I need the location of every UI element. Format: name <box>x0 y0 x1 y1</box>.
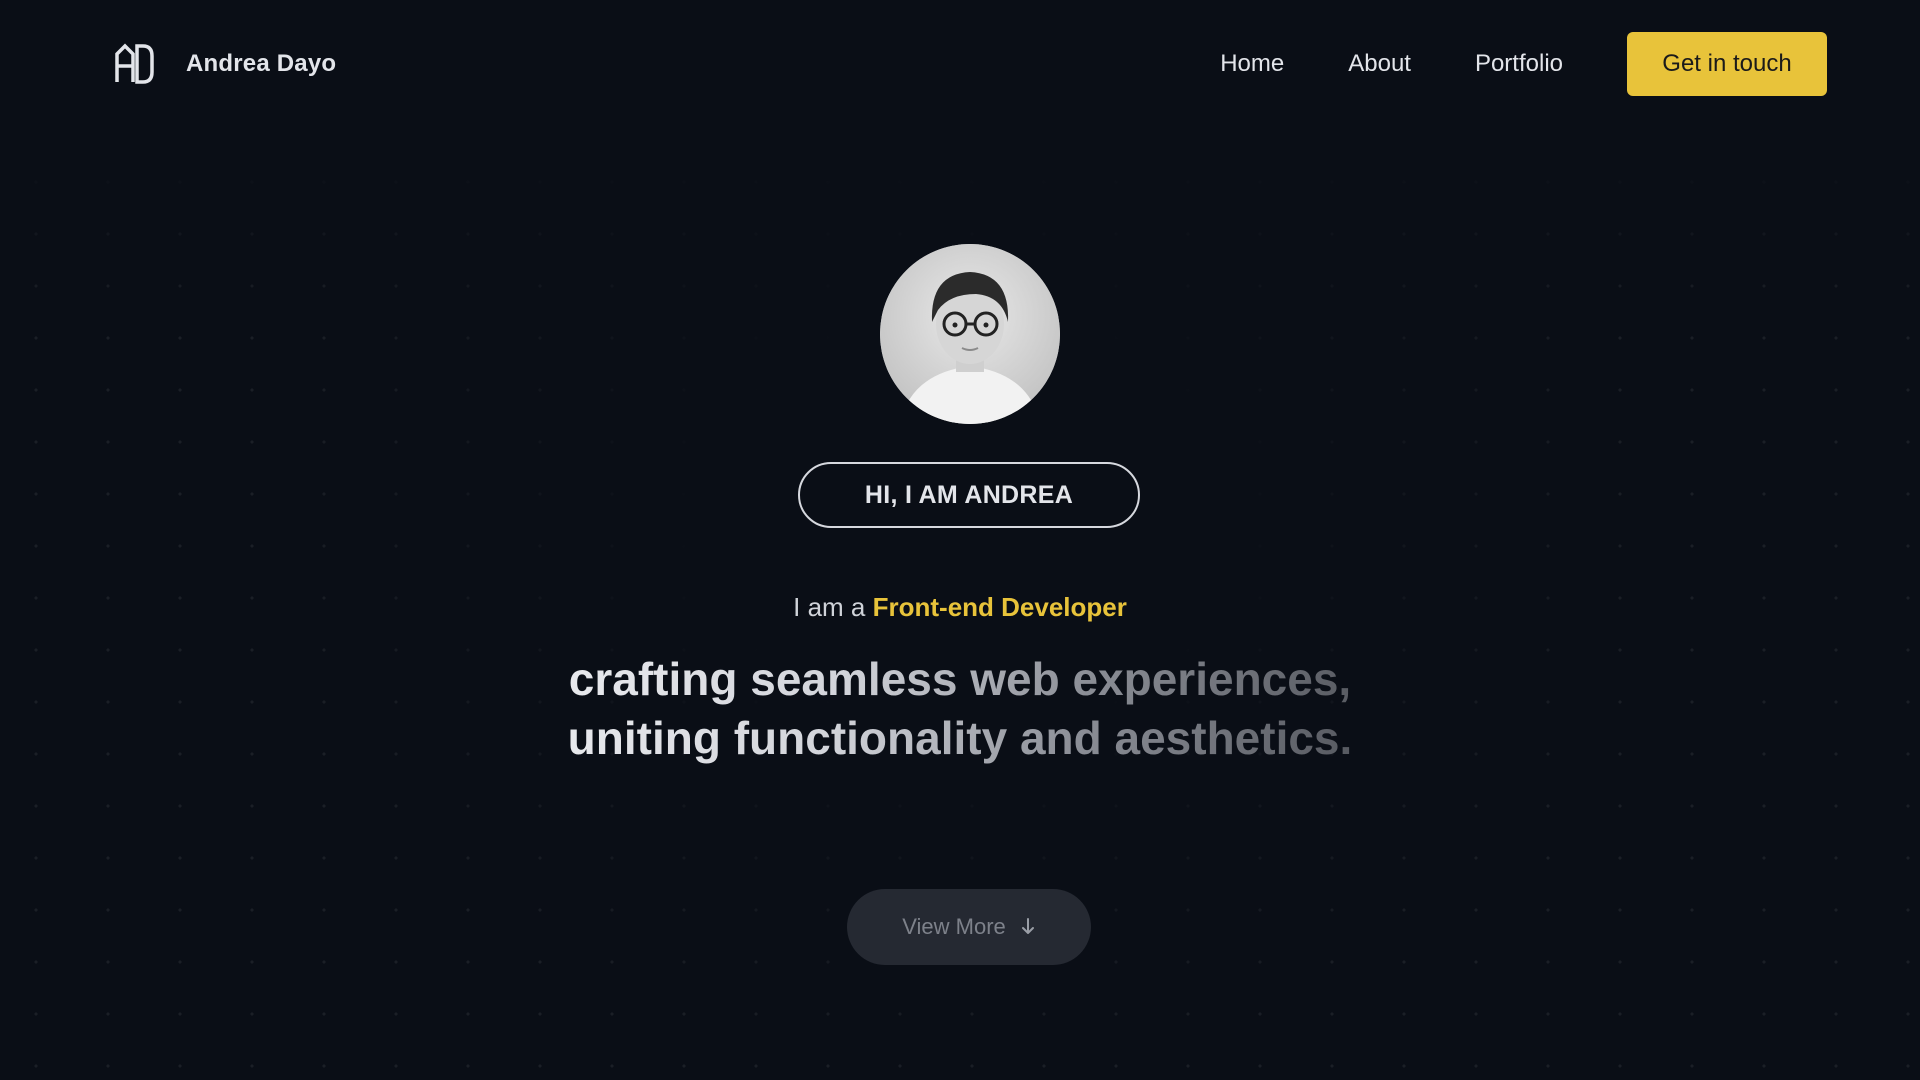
profile-photo-avatar-icon <box>880 244 1060 424</box>
greeting-badge: HI, I AM ANDREA <box>798 462 1140 528</box>
view-more-button[interactable]: View More <box>847 889 1091 965</box>
hero-section: HI, I AM ANDREA I am a Front-end Develop… <box>0 0 1920 1080</box>
hero-headline: crafting seamless web experiences, uniti… <box>560 650 1360 768</box>
avatar <box>880 244 1060 424</box>
view-more-label: View More <box>902 914 1006 939</box>
role-prefix: I am a <box>793 592 866 622</box>
page: Andrea Dayo Home About Portfolio Get in … <box>0 0 1920 1080</box>
role-line: I am a Front-end Developer <box>0 592 1920 623</box>
role-highlight: Front-end Developer <box>872 592 1127 622</box>
arrow-down-icon <box>1021 918 1034 934</box>
